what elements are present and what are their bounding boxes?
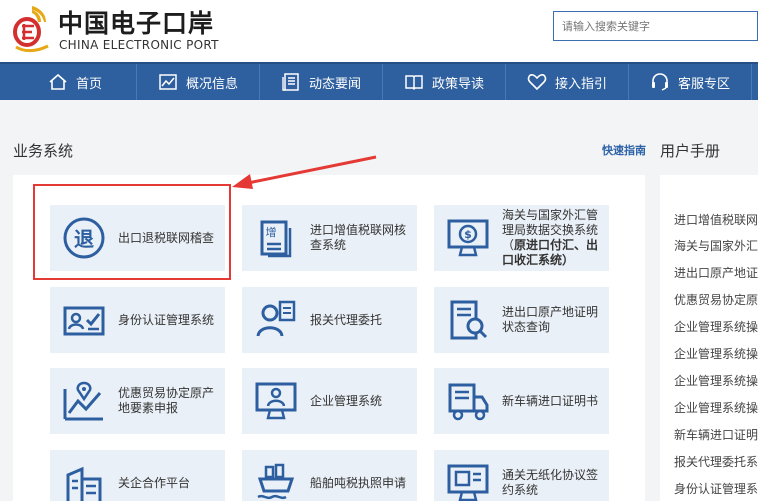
card-customs-forex[interactable]: $ 海关与国家外汇管理局数据交换系统（原进口付汇、出口收汇系统） <box>434 205 609 271</box>
manual-section-title: 用户手册 <box>660 142 721 160</box>
home-icon <box>49 73 67 90</box>
nav-label: 概况信息 <box>185 76 238 92</box>
nav-access[interactable]: 接入指引 <box>506 64 629 100</box>
manual-item[interactable]: 进口增值税联网核 <box>674 211 758 228</box>
annotation-arrow-icon <box>232 155 377 189</box>
card-enterprise-mgmt[interactable]: 企业管理系统 <box>242 368 417 434</box>
nav-service[interactable]: 客服专区 <box>629 64 752 100</box>
vat-icon: 增 <box>260 220 292 258</box>
book-icon <box>405 75 423 91</box>
id-card-icon <box>63 306 105 336</box>
search-input[interactable] <box>554 12 757 40</box>
manual-item[interactable]: 企业管理系统操作 <box>674 399 758 416</box>
computer-sign-icon <box>447 464 489 501</box>
nav-label: 首页 <box>75 76 102 92</box>
svg-text:增: 增 <box>266 225 277 239</box>
manual-panel: 进口增值税联网核 海关与国家外汇管 进出口原产地证明 优惠贸易协定原产 企业管理… <box>660 175 758 501</box>
location-chart-icon <box>63 381 103 421</box>
logo-title-cn[interactable]: 中国电子口岸 <box>58 4 214 40</box>
manual-item[interactable]: 新车辆进口证明书 <box>674 426 758 443</box>
manual-item[interactable]: 报关代理委托系统 <box>674 453 758 470</box>
card-label: 优惠贸易协定原产地要素申报 <box>118 386 215 415</box>
card-label: 进出口原产地证明状态查询 <box>502 305 599 334</box>
manual-item[interactable]: 海关与国家外汇管 <box>674 237 758 254</box>
card-ship-tonnage[interactable]: 船舶吨税执照申请 <box>242 450 417 501</box>
chart-icon <box>159 74 177 90</box>
logo-title-en: CHINA ELECTRONIC PORT <box>59 38 219 52</box>
ship-icon <box>257 463 295 500</box>
manual-item[interactable]: 身份认证管理系统 <box>674 480 758 497</box>
china-port-logo-icon[interactable] <box>10 2 54 56</box>
card-customs-cooperation[interactable]: 关企合作平台 <box>50 450 225 501</box>
main-nav: 首页 概况信息 动态要闻 政策导读 接入指引 客服专区 <box>0 62 758 100</box>
card-new-vehicle-cert[interactable]: 新车辆进口证明书 <box>434 368 609 434</box>
card-label: 海关与国家外汇管理局数据交换系统（原进口付汇、出口收汇系统） <box>502 208 599 267</box>
card-label: 船舶吨税执照申请 <box>310 475 407 490</box>
card-label: 新车辆进口证明书 <box>502 393 599 408</box>
headset-icon <box>651 73 668 91</box>
nav-label: 政策导读 <box>431 76 484 92</box>
card-label: 关企合作平台 <box>118 475 191 490</box>
card-label: 通关无纸化协议签约系统 <box>502 468 599 497</box>
card-import-vat[interactable]: 增 进口增值税联网核查系统 <box>242 205 417 271</box>
document-search-icon <box>450 300 488 340</box>
monitor-user-icon <box>255 382 297 420</box>
nav-news[interactable]: 动态要闻 <box>260 64 383 100</box>
nav-label: 接入指引 <box>554 76 607 92</box>
card-preferential-origin[interactable]: 优惠贸易协定原产地要素申报 <box>50 368 225 434</box>
nav-label: 动态要闻 <box>308 76 361 92</box>
agent-icon <box>256 300 296 337</box>
building-icon <box>66 466 102 501</box>
business-section-title: 业务系统 <box>13 142 74 160</box>
card-label: 报关代理委托 <box>310 312 383 327</box>
svg-text:$: $ <box>464 228 472 241</box>
card-customs-agent[interactable]: 报关代理委托 <box>242 287 417 353</box>
card-origin-cert-query[interactable]: 进出口原产地证明状态查询 <box>434 287 609 353</box>
manual-item[interactable]: 优惠贸易协定原产 <box>674 291 758 308</box>
card-identity-auth[interactable]: 身份认证管理系统 <box>50 287 225 353</box>
nav-overview[interactable]: 概况信息 <box>137 64 260 100</box>
highlight-box <box>33 184 231 280</box>
manual-item[interactable]: 企业管理系统操作 <box>674 345 758 362</box>
site-header: 中国电子口岸 CHINA ELECTRONIC PORT <box>0 0 758 62</box>
nav-policy[interactable]: 政策导读 <box>383 64 506 100</box>
manual-item[interactable]: 企业管理系统操作 <box>674 318 758 335</box>
news-icon <box>282 73 299 91</box>
heart-icon <box>527 74 547 91</box>
forex-icon: $ <box>447 219 489 257</box>
manual-item[interactable]: 进出口原产地证明 <box>674 264 758 281</box>
card-label: 身份认证管理系统 <box>118 312 215 327</box>
quick-guide-link[interactable]: 快速指南 <box>602 142 646 158</box>
truck-icon <box>448 383 489 421</box>
card-label: 企业管理系统 <box>310 393 383 408</box>
card-paperless-agreement[interactable]: 通关无纸化协议签约系统 <box>434 450 609 501</box>
nav-label: 客服专区 <box>677 76 730 92</box>
card-label: 进口增值税联网核查系统 <box>310 223 407 252</box>
search-box[interactable] <box>553 11 758 41</box>
manual-item[interactable]: 企业管理系统操作 <box>674 372 758 389</box>
nav-home[interactable]: 首页 <box>0 64 137 100</box>
